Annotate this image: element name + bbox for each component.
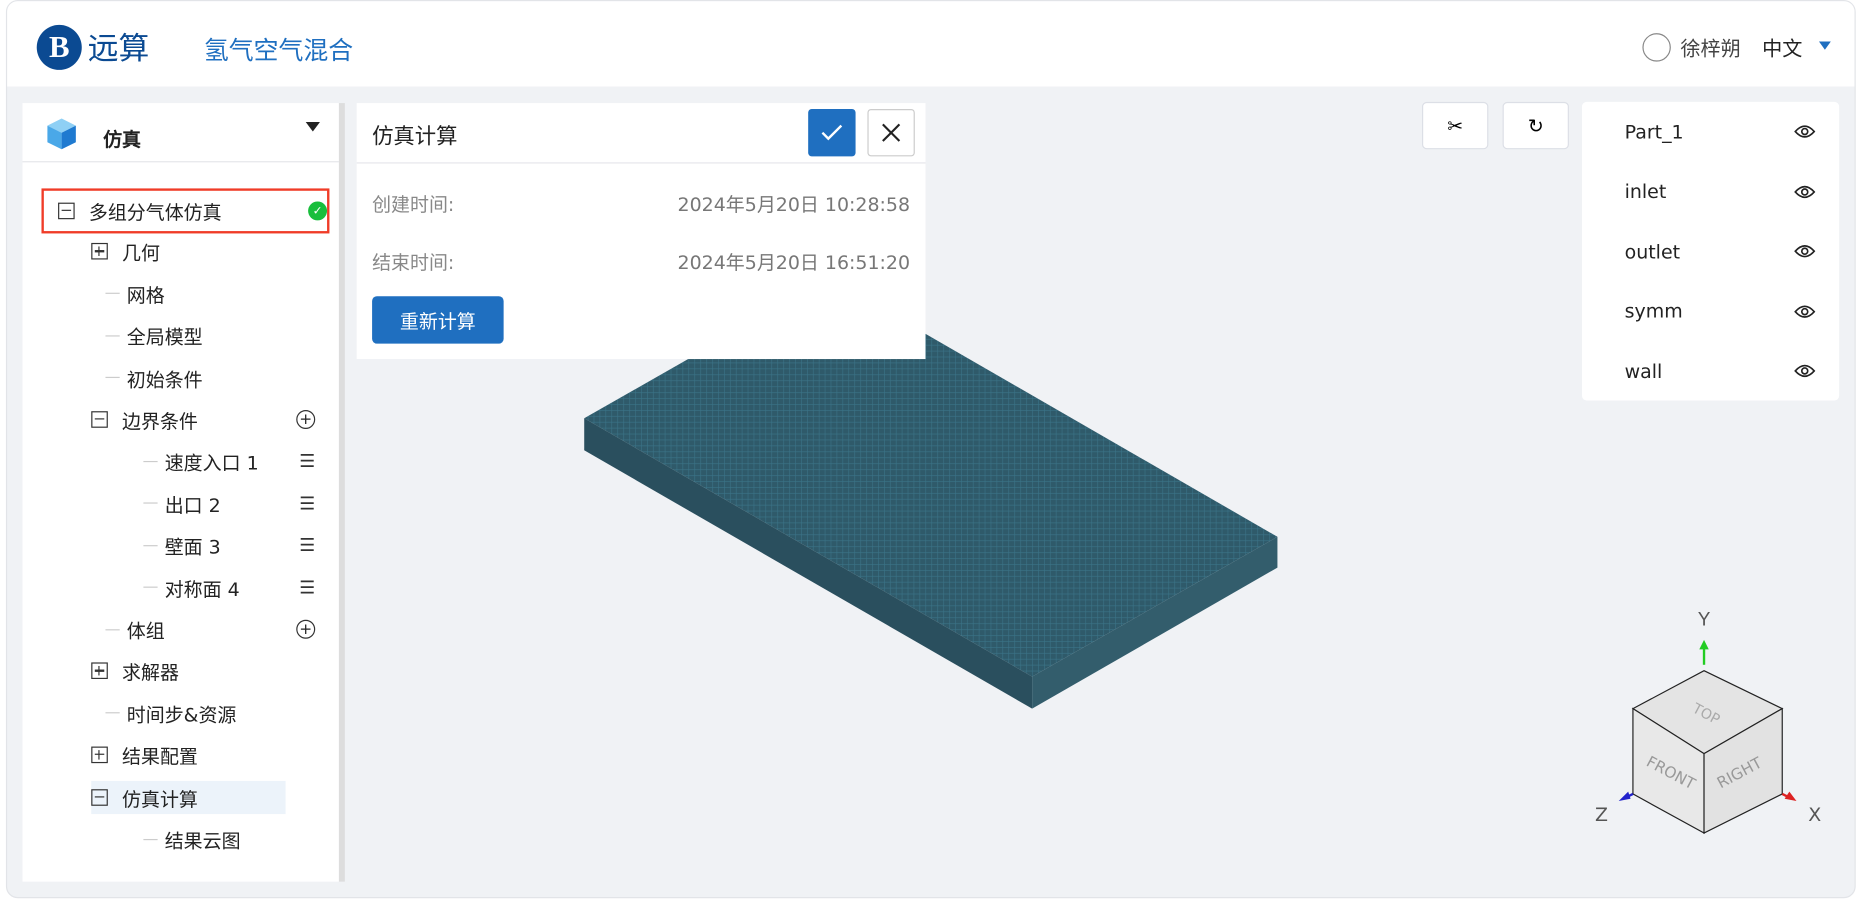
close-icon <box>882 123 901 142</box>
end-time-row: 结束时间: 2024年5月20日 16:51:20 <box>372 246 910 274</box>
end-value: 2024年5月20日 16:51:20 <box>677 251 911 274</box>
tree-connector <box>105 376 120 379</box>
tree-item[interactable]: 时间步&资源 <box>105 697 315 730</box>
tree-connector <box>143 544 158 546</box>
tree-item-label: 网格 <box>126 284 165 307</box>
expand-icon[interactable] <box>91 746 108 764</box>
add-icon[interactable]: + <box>296 619 316 639</box>
tree-connector <box>105 628 120 630</box>
tree-item-label: 全局模型 <box>126 326 203 349</box>
close-button[interactable] <box>867 109 915 157</box>
end-label: 结束时间: <box>372 251 455 274</box>
part-name: outlet <box>1624 239 1681 263</box>
tree-item-label: 初始条件 <box>126 368 203 391</box>
list-icon[interactable]: ☰ <box>299 451 315 472</box>
tree-connector <box>143 460 158 463</box>
collapse-icon[interactable] <box>91 788 108 806</box>
clip-button[interactable]: ✂ <box>1421 101 1489 150</box>
tree-item[interactable]: 出口 2 ☰ <box>143 487 315 520</box>
tree-item-label: 出口 2 <box>164 493 221 517</box>
list-icon[interactable]: ☰ <box>299 577 315 598</box>
list-icon[interactable]: ☰ <box>299 493 315 514</box>
axis-label-z: Z <box>1595 804 1608 826</box>
scrollbar[interactable] <box>338 103 345 882</box>
part-item[interactable]: symm <box>1625 293 1816 329</box>
confirm-button[interactable] <box>808 109 856 157</box>
part-item[interactable]: outlet <box>1625 233 1816 269</box>
part-item[interactable]: wall <box>1625 353 1816 389</box>
rotate-icon: ↻ <box>1527 114 1544 137</box>
tree-item[interactable]: 几何 <box>91 235 315 268</box>
recalculate-button[interactable]: 重新计算 <box>372 296 504 344</box>
tree-connector <box>143 586 158 588</box>
dropdown-triangle-icon[interactable] <box>305 122 320 132</box>
tree-connector <box>105 293 120 295</box>
tree-item-label: 多组分气体仿真 <box>88 201 222 224</box>
collapse-icon[interactable] <box>91 411 108 428</box>
tree-item-label: 结果云图 <box>164 829 241 853</box>
tree-item[interactable]: 仿真计算 <box>91 780 286 814</box>
created-time-row: 创建时间: 2024年5月20日 10:28:58 <box>372 188 910 216</box>
axis-label-x: X <box>1808 804 1821 826</box>
check-icon <box>821 124 843 141</box>
tree-item[interactable]: 结果配置 <box>91 738 315 771</box>
tree-connector <box>143 838 158 840</box>
axis-label-y: Y <box>1698 610 1711 631</box>
part-item[interactable]: inlet <box>1625 174 1816 210</box>
expand-icon[interactable] <box>91 243 108 260</box>
tree-item-label: 结果配置 <box>122 745 198 769</box>
view-cube[interactable]: Y TOP FRONT RIGHT Z X <box>1571 600 1844 837</box>
simulation-tree-panel: 仿真 多组分气体仿真 ✓ 几何网格全局模型初始条件边界条件 + 速度入口 1 ☰ 出口 2 ☰… <box>22 103 339 882</box>
tree-item-label: 仿真计算 <box>122 787 198 811</box>
tree-item-label: 时间步&资源 <box>126 703 237 727</box>
scissors-icon: ✂ <box>1447 114 1464 137</box>
tree-item[interactable]: 结果云图 <box>143 822 315 855</box>
tree-item-label: 速度入口 1 <box>164 451 259 475</box>
eye-icon[interactable] <box>1794 304 1816 318</box>
tree-item[interactable]: 速度入口 1 ☰ <box>143 445 315 478</box>
parts-panel: Part_1inlet outlet symm wall <box>1581 101 1840 401</box>
expand-icon[interactable] <box>91 662 108 680</box>
module-selector[interactable]: 仿真 <box>22 103 339 163</box>
tree-item[interactable]: 全局模型 <box>105 319 315 352</box>
tree-item-label: 体组 <box>126 619 165 643</box>
tree-item[interactable]: 壁面 3 ☰ <box>143 529 315 562</box>
tree-item[interactable]: 求解器 <box>91 655 315 688</box>
eye-icon[interactable] <box>1794 244 1816 258</box>
tree-connector <box>105 712 120 714</box>
part-name: wall <box>1624 359 1663 383</box>
collapse-icon[interactable] <box>58 202 75 220</box>
tree-item-label: 几何 <box>122 242 160 265</box>
tree-item[interactable]: 网格 <box>105 277 315 310</box>
part-name: Part_1 <box>1624 120 1684 143</box>
dialog-title: 仿真计算 <box>372 124 458 150</box>
created-label: 创建时间: <box>372 193 455 216</box>
eye-icon[interactable] <box>1794 124 1816 138</box>
tree-item[interactable]: 体组 + <box>105 613 316 646</box>
tree-item-label: 壁面 3 <box>164 535 221 559</box>
tree-connector <box>143 502 158 504</box>
tree-connector <box>105 334 120 337</box>
add-icon[interactable]: + <box>296 410 316 429</box>
tree-item-label: 边界条件 <box>122 410 198 433</box>
part-name: symm <box>1624 299 1683 323</box>
eye-icon[interactable] <box>1794 184 1816 198</box>
list-icon[interactable]: ☰ <box>299 535 315 556</box>
tree-item[interactable]: 边界条件 + <box>91 403 316 436</box>
eye-icon[interactable] <box>1794 364 1816 378</box>
tree-item[interactable]: 初始条件 <box>105 361 315 394</box>
module-name: 仿真 <box>103 127 142 151</box>
part-item[interactable]: Part_1 <box>1625 114 1816 150</box>
tree-item-label: 求解器 <box>122 661 179 685</box>
tree-item[interactable]: 对称面 4 ☰ <box>143 571 315 604</box>
simulation-dialog: 仿真计算 创建时间: 2024年5月20日 10:28:58 结束时间: 2024年… <box>356 103 926 360</box>
tree-item[interactable]: 多组分气体仿真 ✓ <box>41 188 330 234</box>
tree-item-label: 对称面 4 <box>164 577 240 601</box>
cube-icon <box>47 118 76 150</box>
part-name: inlet <box>1624 180 1667 203</box>
success-check-icon: ✓ <box>308 201 328 221</box>
created-value: 2024年5月20日 10:28:58 <box>677 193 911 216</box>
reset-view-button[interactable]: ↻ <box>1502 101 1569 150</box>
